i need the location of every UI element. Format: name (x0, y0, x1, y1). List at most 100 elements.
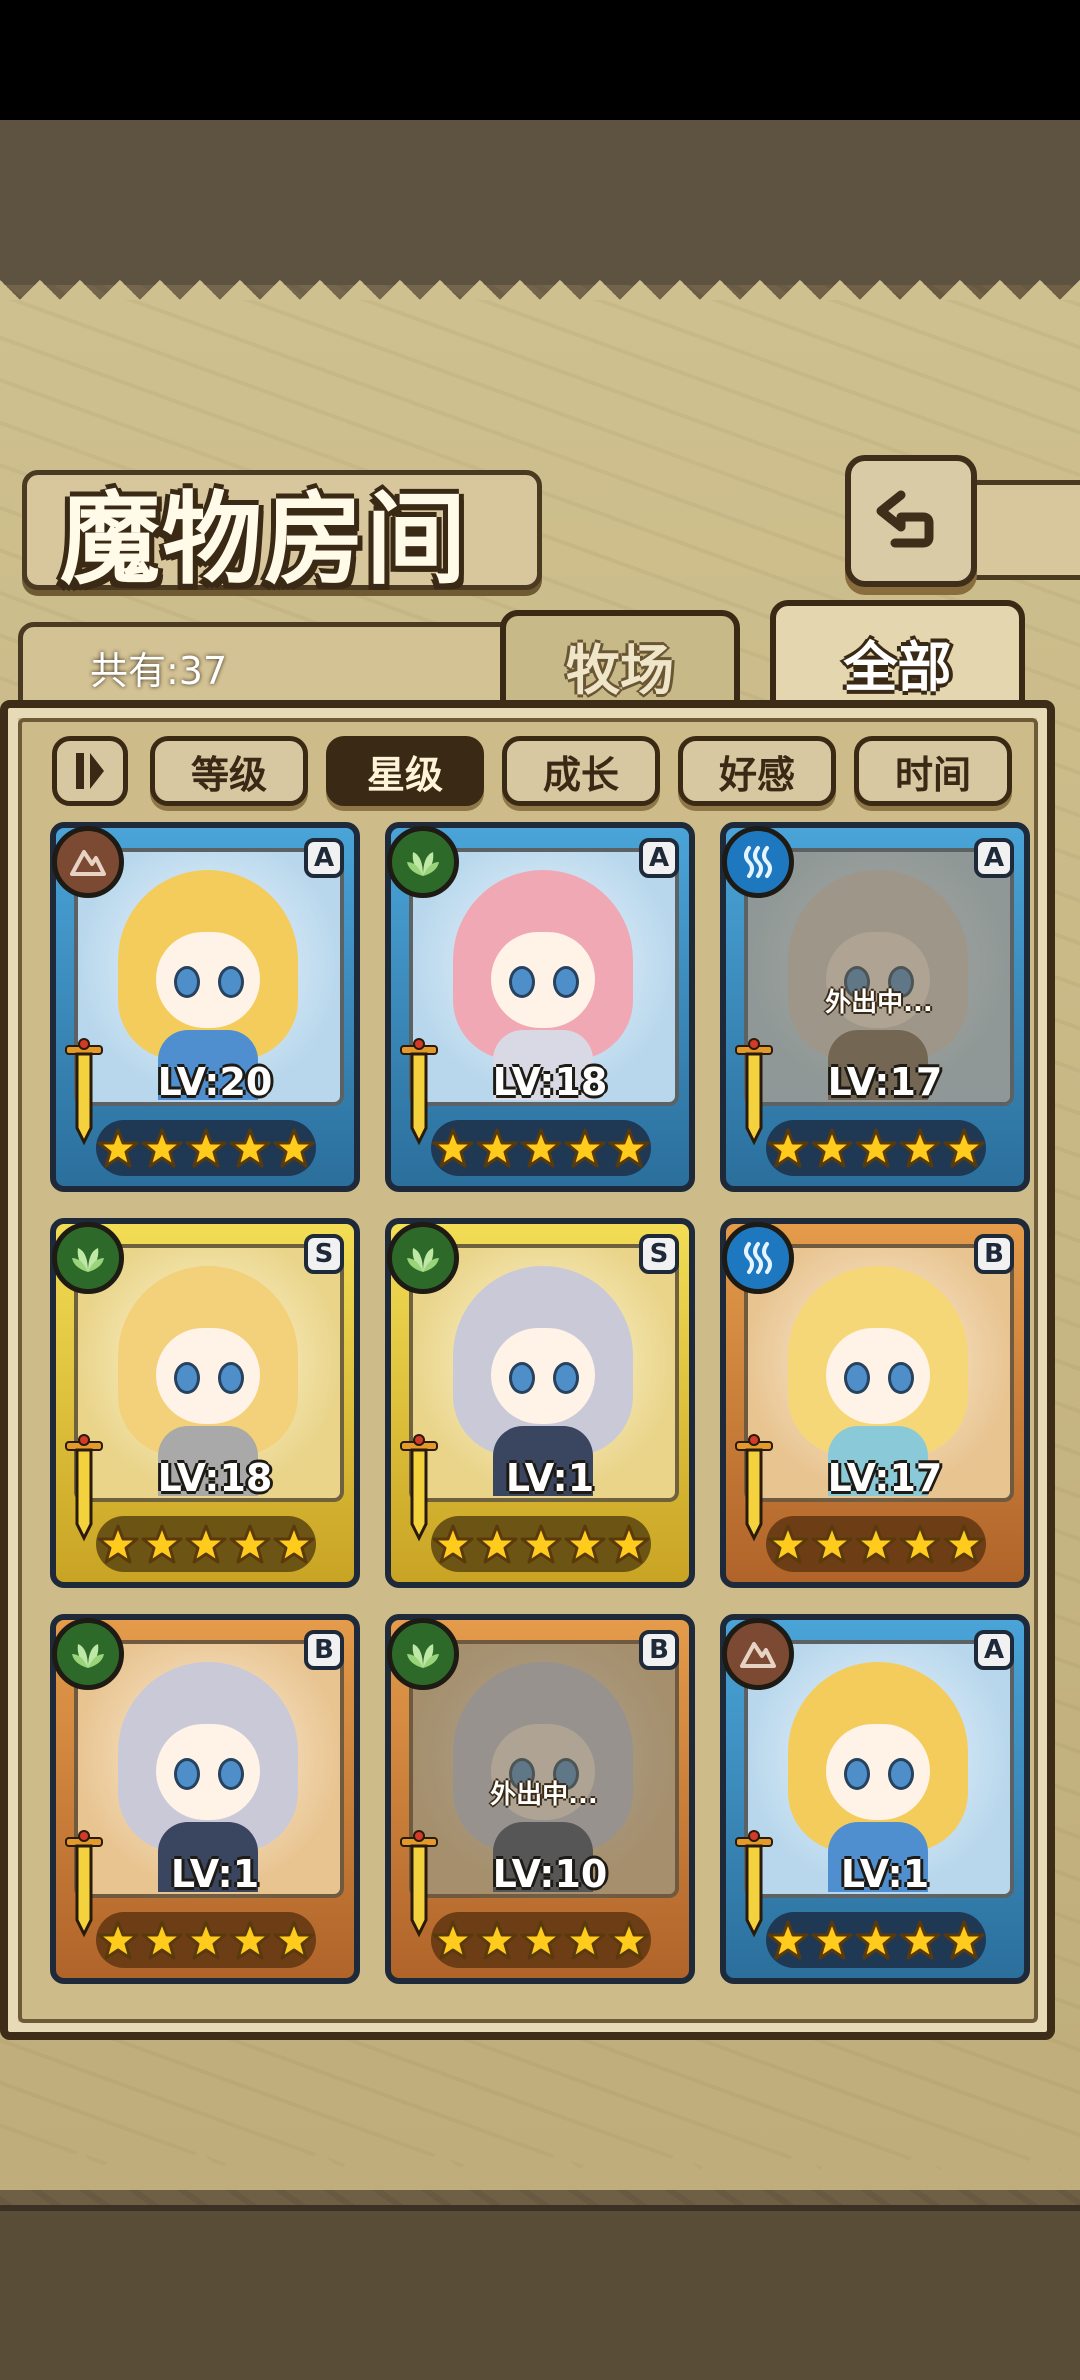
star-rating (766, 1912, 986, 1968)
star-rating (96, 1516, 316, 1572)
star-rating (431, 1120, 651, 1176)
chibi-character (453, 870, 633, 1100)
star-icon (97, 1920, 139, 1960)
star-icon (97, 1524, 139, 1564)
back-rail (960, 480, 1080, 580)
star-icon (432, 1920, 474, 1960)
back-button[interactable] (845, 455, 977, 587)
star-icon (855, 1920, 897, 1960)
monster-level: LV:10 (492, 1852, 608, 1896)
sort-time-button[interactable]: 时间 (854, 736, 1012, 806)
sort-growth-button[interactable]: 成长 (502, 736, 660, 806)
star-icon (811, 1128, 853, 1168)
star-rating (96, 1912, 316, 1968)
star-rating (431, 1912, 651, 1968)
star-rating (766, 1120, 986, 1176)
star-icon (855, 1128, 897, 1168)
top-band (0, 120, 1080, 285)
chibi-character (453, 1266, 633, 1496)
monster-card[interactable]: S LV:18 (50, 1218, 360, 1588)
star-icon (432, 1128, 474, 1168)
monster-level: LV:18 (492, 1060, 608, 1104)
sort-star-button[interactable]: 星级 (326, 736, 484, 806)
star-icon (943, 1524, 985, 1564)
star-icon (229, 1920, 271, 1960)
sort-star-label: 星级 (366, 752, 443, 797)
star-icon (141, 1524, 183, 1564)
earth-icon (722, 1618, 794, 1690)
monster-card[interactable]: B LV:1 (50, 1614, 360, 1984)
star-icon (273, 1524, 315, 1564)
water-icon (722, 1222, 794, 1294)
leaf-icon (52, 1618, 124, 1690)
monster-card[interactable]: A LV:20 (50, 822, 360, 1192)
rank-badge: B (639, 1630, 679, 1670)
leaf-icon (387, 826, 459, 898)
star-icon (608, 1920, 650, 1960)
monster-level: LV:17 (827, 1456, 943, 1500)
monster-card[interactable]: 外出中... B LV:10 (385, 1614, 695, 1984)
rank-badge: A (639, 838, 679, 878)
leaf-icon (387, 1618, 459, 1690)
rank-badge: A (974, 838, 1014, 878)
monster-card[interactable]: A LV:1 (720, 1614, 1030, 1984)
water-icon (722, 826, 794, 898)
chibi-character (788, 1662, 968, 1892)
star-icon (273, 1920, 315, 1960)
sort-order-toggle[interactable] (52, 736, 128, 806)
rank-badge: S (639, 1234, 679, 1274)
star-rating (431, 1516, 651, 1572)
star-rating (96, 1120, 316, 1176)
star-icon (564, 1524, 606, 1564)
tab-ranch-label: 牧场 (566, 638, 674, 702)
rank-badge: A (304, 838, 344, 878)
star-icon (185, 1128, 227, 1168)
sort-time-label: 时间 (894, 752, 971, 797)
sort-growth-label: 成长 (542, 752, 619, 797)
star-icon (476, 1920, 518, 1960)
rank-badge: B (304, 1630, 344, 1670)
sort-affection-label: 好感 (718, 752, 795, 797)
leaf-icon (52, 1222, 124, 1294)
sort-level-button[interactable]: 等级 (150, 736, 308, 806)
star-icon (899, 1920, 941, 1960)
monster-card[interactable]: A LV:18 (385, 822, 695, 1192)
star-icon (185, 1524, 227, 1564)
star-icon (273, 1128, 315, 1168)
star-icon (811, 1524, 853, 1564)
star-icon (476, 1128, 518, 1168)
star-icon (608, 1524, 650, 1564)
star-icon (811, 1920, 853, 1960)
star-icon (520, 1920, 562, 1960)
star-icon (564, 1920, 606, 1960)
earth-icon (52, 826, 124, 898)
sort-level-label: 等级 (190, 752, 267, 797)
chibi-character (788, 1266, 968, 1496)
star-icon (229, 1524, 271, 1564)
monster-level: LV:20 (157, 1060, 273, 1104)
star-icon (564, 1128, 606, 1168)
star-icon (229, 1128, 271, 1168)
star-icon (141, 1128, 183, 1168)
rank-badge: A (974, 1630, 1014, 1670)
monster-card[interactable]: S LV:1 (385, 1218, 695, 1588)
monster-card[interactable]: 外出中... A LV:17 (720, 822, 1030, 1192)
page-title: 魔物房间 (60, 481, 468, 598)
chibi-character (118, 1662, 298, 1892)
sort-order-icon (76, 753, 104, 789)
paper-edge-bottom (0, 2150, 1080, 2190)
monster-level: LV:1 (505, 1456, 595, 1500)
sort-affection-button[interactable]: 好感 (678, 736, 836, 806)
star-icon (520, 1128, 562, 1168)
star-icon (520, 1524, 562, 1564)
rank-badge: B (974, 1234, 1014, 1274)
star-icon (943, 1920, 985, 1960)
star-icon (185, 1920, 227, 1960)
monster-count: 共有:37 (90, 649, 228, 693)
star-icon (855, 1524, 897, 1564)
bottom-band (0, 2205, 1080, 2380)
star-icon (141, 1920, 183, 1960)
star-icon (899, 1128, 941, 1168)
monster-card[interactable]: B LV:17 (720, 1218, 1030, 1588)
return-arrow-icon (876, 490, 934, 548)
